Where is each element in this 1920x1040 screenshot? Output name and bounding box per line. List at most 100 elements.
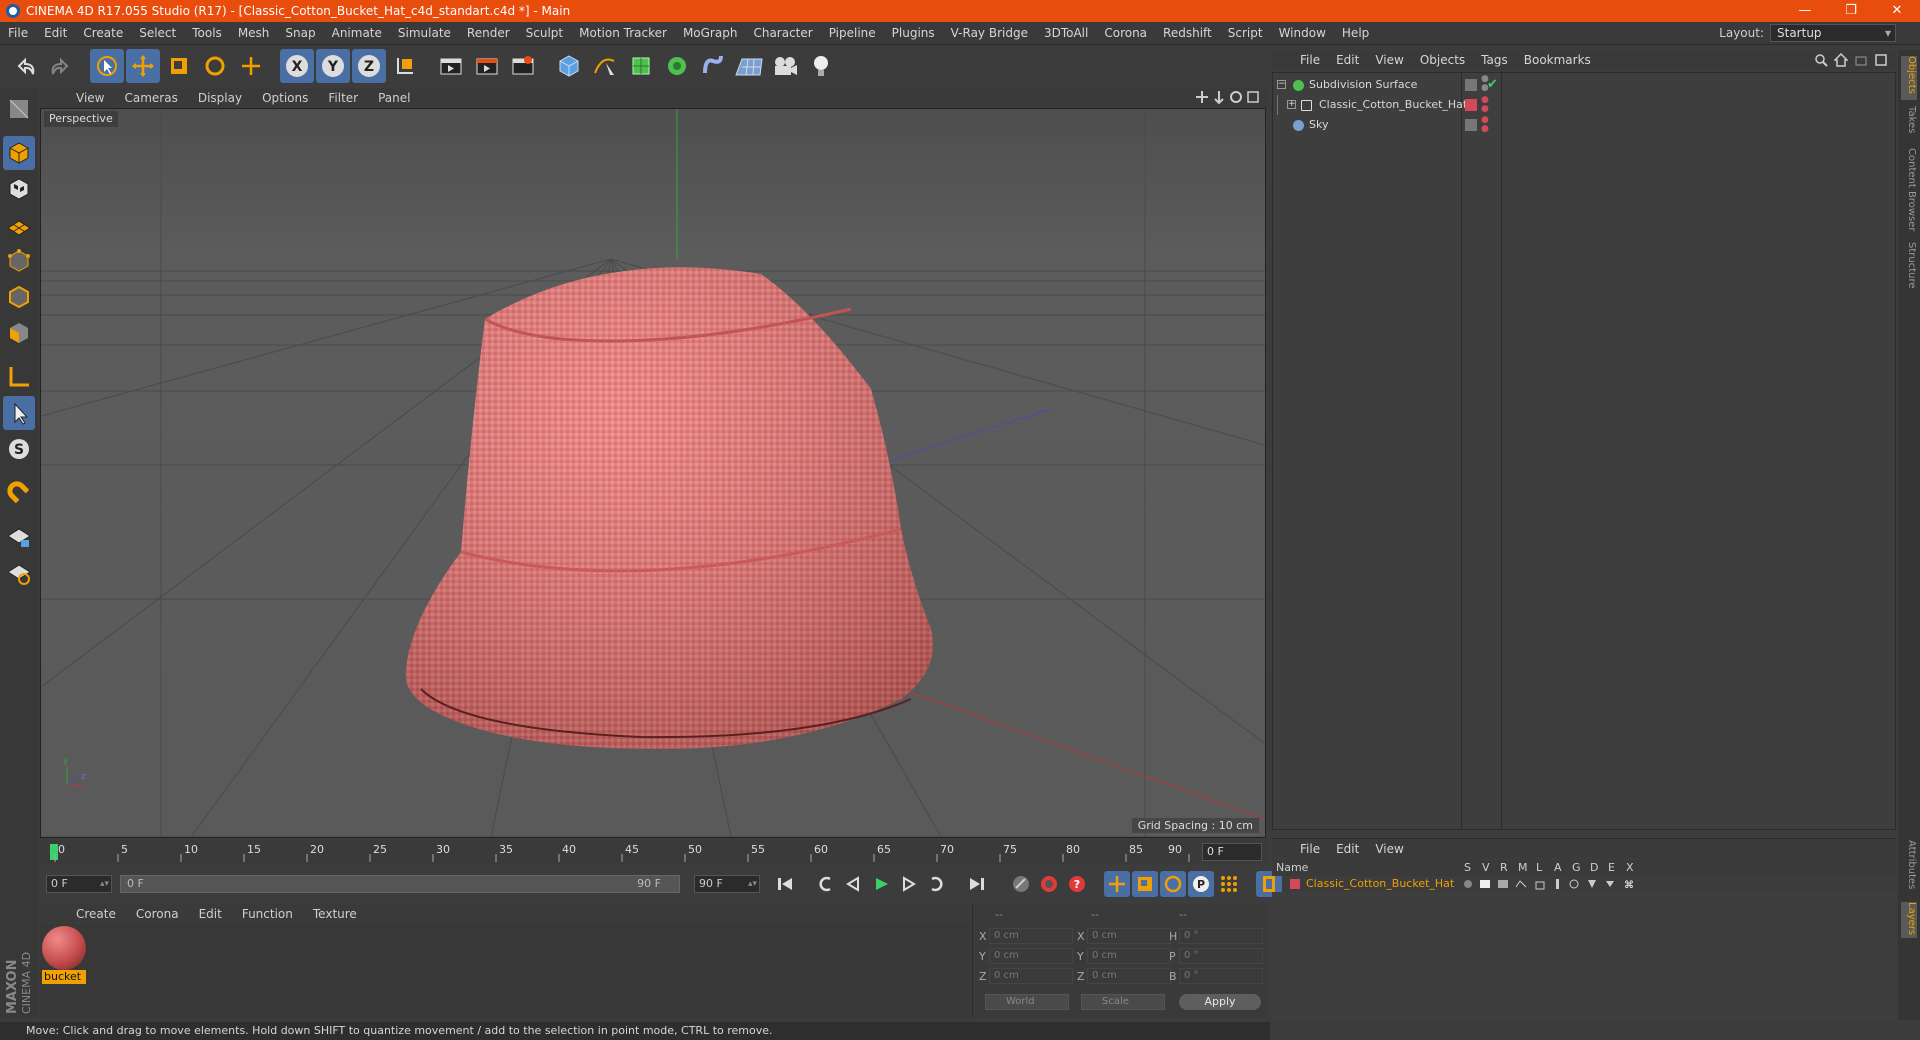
scale-mode-dropdown[interactable]: Scale: [1081, 994, 1165, 1010]
layer-tag-icon[interactable]: [1465, 119, 1477, 131]
snap-toggle-icon[interactable]: S: [3, 432, 35, 466]
object-row-bucket-hat[interactable]: + Classic_Cotton_Bucket_Hat ● ●: [1273, 95, 1895, 115]
move-tool-icon[interactable]: [126, 49, 160, 83]
menu-corona[interactable]: Corona: [1096, 26, 1155, 40]
previous-frame-button[interactable]: [840, 871, 866, 897]
current-frame-field[interactable]: 0 F: [1202, 843, 1262, 861]
object-menu-file[interactable]: File: [1292, 53, 1328, 67]
grid-snap-icon[interactable]: [3, 556, 35, 590]
visibility-dots-icon[interactable]: ● ●: [1481, 116, 1489, 134]
menu-motion-tracker[interactable]: Motion Tracker: [571, 26, 675, 40]
orbit-view-icon[interactable]: [1229, 90, 1243, 104]
close-button[interactable]: ✕: [1874, 0, 1920, 22]
go-to-start-button[interactable]: [772, 871, 798, 897]
light-icon[interactable]: [804, 49, 838, 83]
workplane-lock-icon[interactable]: [3, 520, 35, 554]
frame-range-slider[interactable]: 0 F 90 F: [120, 875, 680, 893]
menu-file[interactable]: File: [0, 26, 36, 40]
object-menu-tags[interactable]: Tags: [1473, 53, 1516, 67]
menu-simulate[interactable]: Simulate: [390, 26, 459, 40]
next-frame-button[interactable]: [896, 871, 922, 897]
object-menu-view[interactable]: View: [1367, 53, 1411, 67]
layout-dropdown[interactable]: Startup: [1770, 24, 1896, 42]
layer-menu-file[interactable]: File: [1292, 842, 1328, 856]
menu-animate[interactable]: Animate: [324, 26, 390, 40]
viewport-menu-filter[interactable]: Filter: [318, 91, 368, 105]
rotation-p-field[interactable]: 0 °: [1179, 948, 1263, 964]
start-frame-field[interactable]: 0 F ▴▾: [46, 875, 112, 893]
tab-layers[interactable]: Layers: [1901, 902, 1917, 938]
x-axis-icon[interactable]: X: [280, 49, 314, 83]
record-rotation-button[interactable]: [1160, 871, 1186, 897]
object-row-subdivision-surface[interactable]: − Subdivision Surface ● ● ✔: [1273, 75, 1895, 95]
workplane-mode-icon[interactable]: [3, 208, 35, 242]
texture-mode-icon[interactable]: [3, 172, 35, 206]
menu-select[interactable]: Select: [131, 26, 184, 40]
tab-attributes[interactable]: Attributes: [1901, 840, 1917, 894]
layer-color-swatch[interactable]: [1290, 879, 1300, 889]
layer-color-icon[interactable]: [1465, 99, 1477, 111]
menu-tools[interactable]: Tools: [184, 26, 230, 40]
viewport-menu-view[interactable]: View: [66, 91, 114, 105]
size-y-field[interactable]: 0 cm: [1087, 948, 1171, 964]
previous-key-button[interactable]: [812, 871, 838, 897]
layer-row[interactable]: Classic_Cotton_Bucket_Hat ⌘: [1272, 876, 1896, 892]
menu-window[interactable]: Window: [1271, 26, 1334, 40]
apply-button[interactable]: Apply: [1179, 994, 1261, 1010]
object-menu-objects[interactable]: Objects: [1412, 53, 1473, 67]
coordinate-system-icon[interactable]: [388, 49, 422, 83]
material-swatch[interactable]: bucket: [42, 926, 86, 984]
go-to-end-button[interactable]: [964, 871, 990, 897]
end-frame-field[interactable]: 90 F ▴▾: [694, 875, 760, 893]
record-point-level-button[interactable]: [1216, 871, 1242, 897]
collapse-toggle-icon[interactable]: −: [1277, 80, 1286, 89]
points-mode-icon[interactable]: [3, 244, 35, 278]
live-selection-icon[interactable]: [90, 49, 124, 83]
pan-view-icon[interactable]: [1195, 90, 1209, 104]
recent-tools-icon[interactable]: [234, 49, 268, 83]
coordinate-mode-dropdown[interactable]: World: [985, 994, 1069, 1010]
material-menu-create[interactable]: Create: [66, 907, 126, 921]
restore-button[interactable]: ❐: [1828, 0, 1874, 22]
maximize-view-icon[interactable]: [1246, 90, 1260, 104]
menu-plugins[interactable]: Plugins: [884, 26, 943, 40]
subdivision-surface-icon[interactable]: [624, 49, 658, 83]
playhead-marker[interactable]: [50, 844, 58, 860]
enabled-check-icon[interactable]: ✔: [1487, 75, 1498, 95]
size-z-field[interactable]: 0 cm: [1087, 968, 1171, 984]
floor-environment-icon[interactable]: [732, 49, 766, 83]
record-position-button[interactable]: [1104, 871, 1130, 897]
expand-panel-icon[interactable]: [1874, 53, 1888, 67]
axis-mode-icon[interactable]: [3, 360, 35, 394]
tab-takes[interactable]: Takes: [1901, 106, 1917, 142]
object-menu-bookmarks[interactable]: Bookmarks: [1516, 53, 1599, 67]
deformer-icon[interactable]: [696, 49, 730, 83]
size-x-field[interactable]: 0 cm: [1087, 928, 1171, 944]
tab-content-browser[interactable]: Content Browser: [1901, 148, 1917, 234]
menu-create[interactable]: Create: [75, 26, 131, 40]
object-menu-edit[interactable]: Edit: [1328, 53, 1367, 67]
menu-mograph[interactable]: MoGraph: [675, 26, 746, 40]
layer-tag-icon[interactable]: [1465, 79, 1477, 91]
keyframe-selection-button[interactable]: ?: [1064, 871, 1090, 897]
position-x-field[interactable]: 0 cm: [989, 928, 1073, 944]
edges-mode-icon[interactable]: [3, 280, 35, 314]
material-menu-texture[interactable]: Texture: [303, 907, 367, 921]
next-key-button[interactable]: [924, 871, 950, 897]
search-icon[interactable]: [1814, 53, 1828, 67]
timeline-ruler[interactable]: 0 5 10 15 20 25 30 35 40 45 50 55 60 65 …: [40, 840, 1266, 864]
undo-icon[interactable]: [8, 49, 42, 83]
autokey-button[interactable]: [1036, 871, 1062, 897]
menu-redshift[interactable]: Redshift: [1155, 26, 1220, 40]
tab-objects[interactable]: Objects: [1901, 56, 1917, 100]
make-editable-icon[interactable]: [3, 92, 35, 126]
tab-structure[interactable]: Structure: [1901, 242, 1917, 292]
visibility-dots-icon[interactable]: ● ●: [1481, 96, 1489, 114]
render-active-view-icon[interactable]: [470, 49, 504, 83]
menu-snap[interactable]: Snap: [277, 26, 323, 40]
viewport-menu-cameras[interactable]: Cameras: [114, 91, 187, 105]
material-menu-corona[interactable]: Corona: [126, 907, 189, 921]
layer-menu-view[interactable]: View: [1367, 842, 1411, 856]
z-axis-icon[interactable]: Z: [352, 49, 386, 83]
viewport-camera-label[interactable]: Perspective: [44, 111, 118, 127]
